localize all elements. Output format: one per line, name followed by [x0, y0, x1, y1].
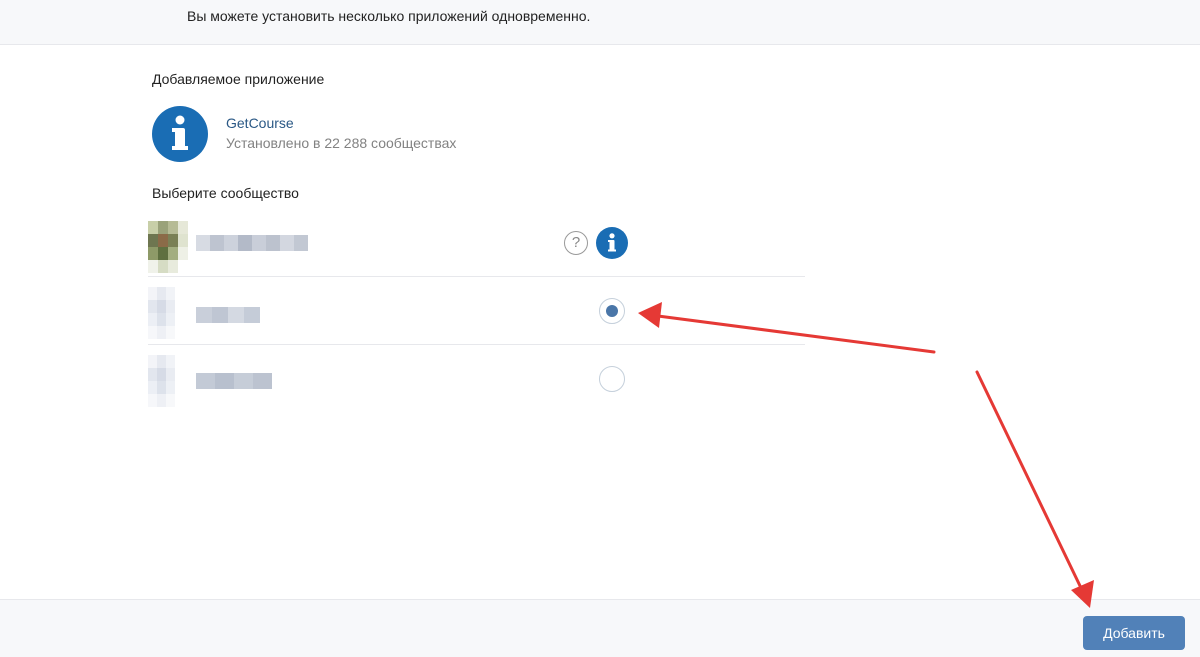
community-radio[interactable]	[599, 298, 625, 324]
app-section-title: Добавляемое приложение	[152, 71, 325, 87]
annotation-arrow-to-add-button	[975, 370, 1094, 608]
avatar	[148, 221, 188, 273]
avatar	[148, 355, 184, 407]
community-radio[interactable]	[599, 366, 625, 392]
community-name	[196, 307, 260, 323]
help-icon[interactable]: ?	[564, 231, 588, 255]
community-row[interactable]	[148, 276, 805, 344]
community-name	[196, 373, 272, 389]
community-row[interactable]	[148, 344, 805, 412]
community-list: ?	[148, 209, 805, 412]
community-name	[196, 235, 308, 251]
app-name-link[interactable]: GetCourse	[226, 115, 294, 131]
top-notice-bar: Вы можете установить несколько приложени…	[0, 0, 1200, 45]
avatar	[148, 287, 184, 339]
community-row[interactable]: ?	[148, 209, 805, 276]
footer-bar: Добавить	[0, 599, 1200, 657]
app-info-icon	[152, 106, 208, 162]
app-block: GetCourse Установлено в 22 288 сообществ…	[152, 106, 552, 162]
add-button[interactable]: Добавить	[1083, 616, 1185, 650]
notice-text: Вы можете установить несколько приложени…	[187, 8, 591, 24]
info-icon[interactable]	[596, 227, 628, 259]
community-section-title: Выберите сообщество	[152, 185, 299, 201]
app-install-count: Установлено в 22 288 сообществах	[226, 135, 457, 151]
